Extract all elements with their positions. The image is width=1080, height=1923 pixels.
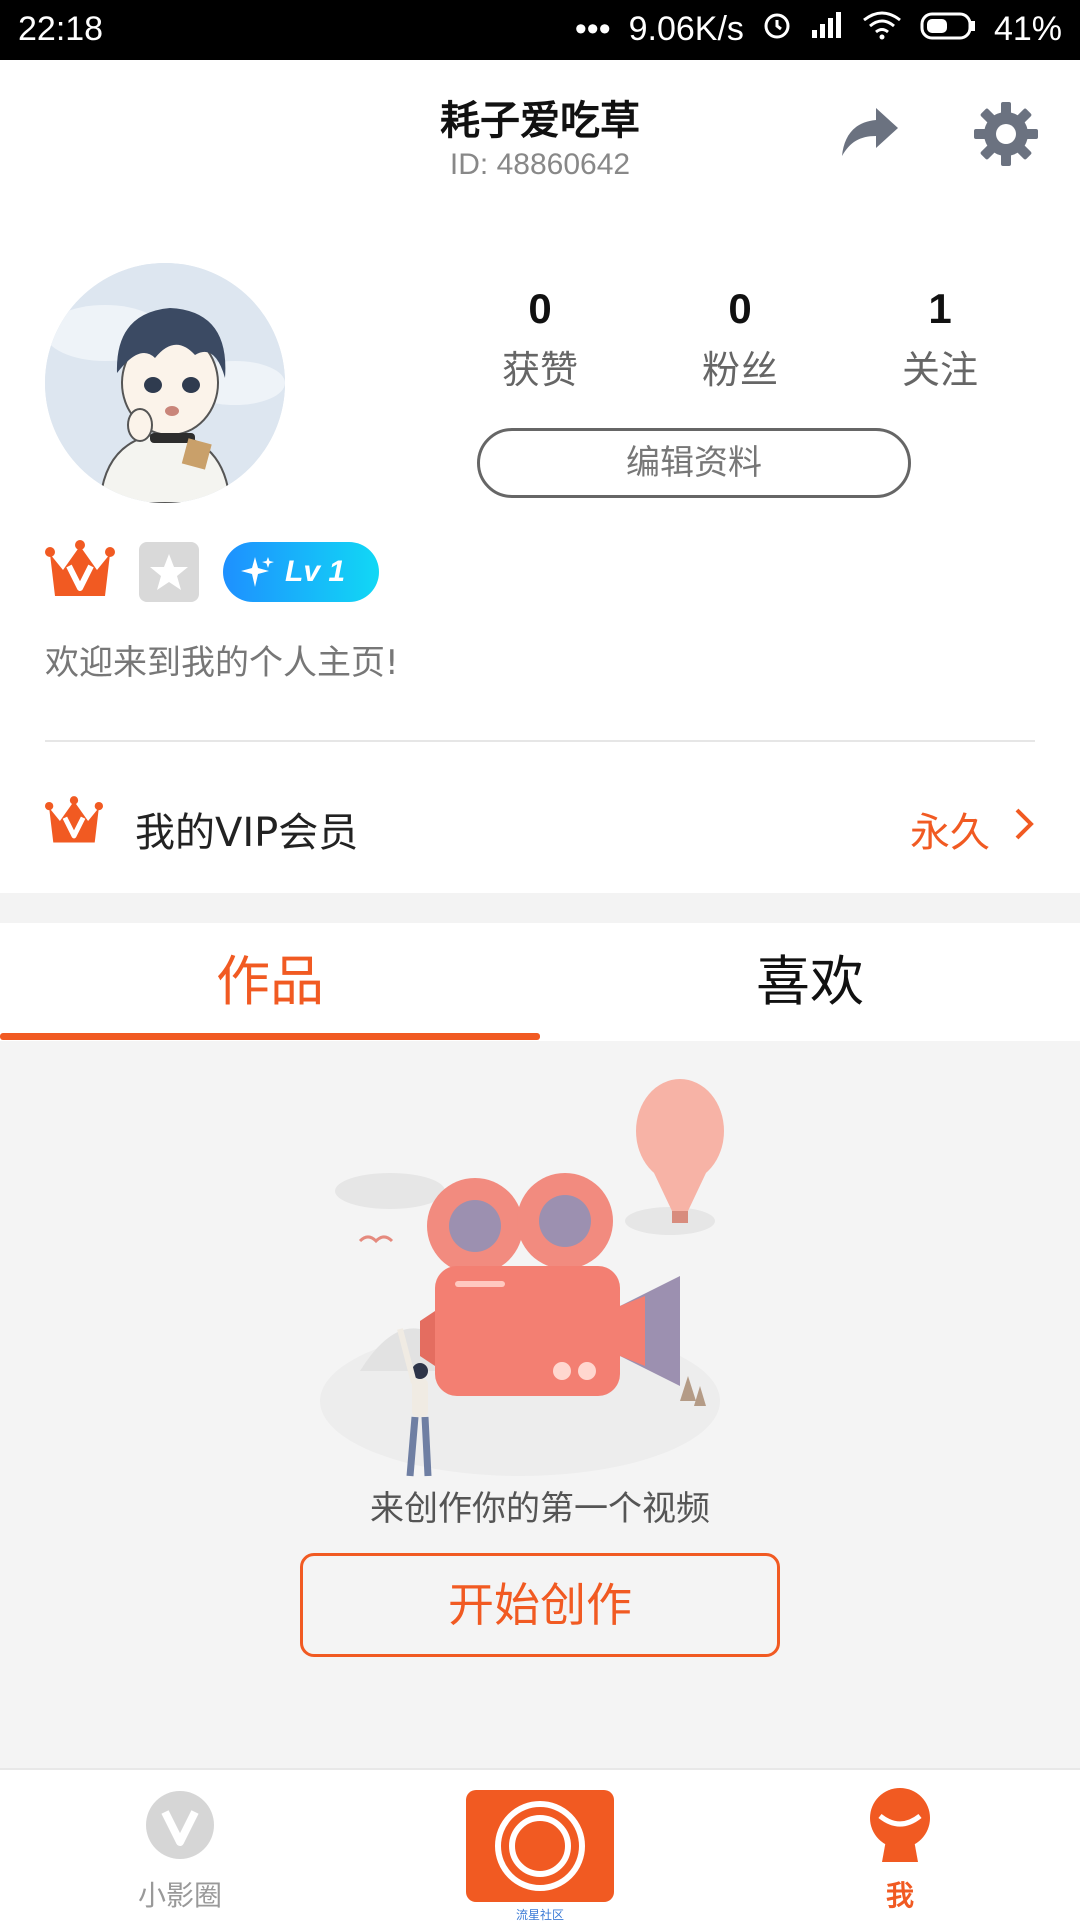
profile-stats: 0 获赞 0 粉丝 1 关注 [440, 285, 1040, 405]
signal-icon [810, 10, 844, 49]
stat-likes[interactable]: 0 获赞 [440, 285, 640, 394]
bottom-nav: 小影圈 流星社区 我 [0, 1768, 1080, 1922]
vip-status: 永久 [910, 810, 990, 856]
empty-message: 来创作你的第一个视频 [370, 1489, 710, 1529]
status-bar: 22:18 ••• 9.06K/s 41% [0, 0, 1080, 60]
nav-circle[interactable]: 小影圈 [60, 1770, 300, 1922]
record-icon [495, 1801, 585, 1891]
record-button[interactable]: 流星社区 [466, 1790, 614, 1922]
avatar[interactable] [45, 263, 285, 503]
status-speed: 9.06K/s [628, 10, 744, 48]
badge-row: Lv 1 [45, 540, 379, 604]
nav-circle-label: 小影圈 [137, 1879, 222, 1912]
works-empty-state: 来创作你的第一个视频 开始创作 [0, 1041, 1080, 1768]
stat-likes-label: 获赞 [501, 348, 578, 392]
me-icon [870, 1788, 930, 1862]
profile-bio: 欢迎来到我的个人主页! [45, 643, 399, 683]
content-tabs: 作品 喜欢 [0, 923, 1080, 1041]
status-battery: 41% [993, 10, 1062, 48]
vip-membership-row[interactable]: 我的VIP会员 永久 [0, 770, 1080, 890]
status-time: 22:18 [18, 10, 104, 48]
alarm-icon [762, 10, 792, 49]
status-right: ••• 9.06K/s 41% [575, 10, 1062, 49]
vip-label: 我的VIP会员 [135, 810, 359, 856]
stat-followers-value: 0 [728, 285, 752, 332]
sparkle-icon [241, 557, 274, 587]
record-button-label: 流星社区 [515, 1908, 564, 1922]
vip-crown-icon [45, 795, 103, 851]
wifi-icon [862, 10, 902, 49]
stat-followers-label: 粉丝 [701, 348, 778, 392]
chevron-right-icon [1013, 806, 1035, 846]
stat-following-label: 关注 [901, 348, 978, 392]
stat-followers[interactable]: 0 粉丝 [640, 285, 840, 394]
profile-header: 耗子爱吃草 ID: 48860642 [0, 60, 1080, 210]
battery-icon [920, 10, 976, 49]
nav-me[interactable]: 我 [780, 1770, 1020, 1922]
circle-v-icon [146, 1791, 214, 1859]
level-badge[interactable]: Lv 1 [223, 542, 379, 602]
status-dots: ••• [574, 10, 611, 48]
stat-following-value: 1 [928, 285, 952, 332]
nav-me-label: 我 [885, 1879, 914, 1912]
edit-profile-button[interactable]: 编辑资料 [477, 428, 911, 498]
share-icon[interactable] [836, 100, 906, 170]
vip-crown-icon[interactable] [45, 540, 115, 604]
username: 耗子爱吃草 [440, 98, 640, 144]
user-id: ID: 48860642 [449, 148, 631, 181]
level-badge-label: Lv 1 [285, 555, 346, 588]
tab-likes[interactable]: 喜欢 [540, 923, 1080, 1041]
active-tab-indicator [0, 1033, 540, 1040]
section-gap [0, 893, 1080, 923]
tab-works[interactable]: 作品 [0, 923, 540, 1041]
start-creating-button[interactable]: 开始创作 [300, 1553, 780, 1657]
stat-likes-value: 0 [528, 285, 552, 332]
stat-following[interactable]: 1 关注 [840, 285, 1040, 394]
divider [45, 740, 1035, 742]
settings-icon[interactable] [970, 98, 1042, 170]
star-badge-icon[interactable] [139, 542, 199, 602]
video-camera-illustration [300, 1071, 780, 1511]
